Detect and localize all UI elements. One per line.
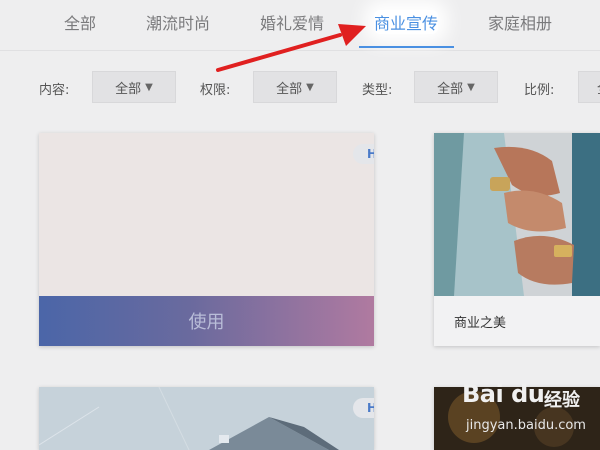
template-card[interactable]: HD 使用 bbox=[39, 133, 374, 346]
tab-wedding[interactable]: 婚礼爱情 bbox=[260, 10, 324, 34]
hd-badge: HD bbox=[353, 144, 374, 164]
type-filter-label: 类型: bbox=[362, 83, 393, 98]
hd-badge: HD bbox=[353, 398, 374, 418]
category-tab-bar: 全部 潮流时尚 婚礼爱情 商业宣传 家庭相册 bbox=[0, 0, 600, 51]
template-card[interactable]: 商业之美 bbox=[434, 133, 600, 346]
business-hands-image bbox=[434, 133, 600, 296]
chevron-down-icon: ▼ bbox=[145, 81, 153, 93]
type-filter-value: 全部 bbox=[437, 81, 464, 97]
filter-row: 内容: 全部 ▼ 权限: 全部 ▼ 类型: 全部 ▼ 比例: 全 bbox=[0, 68, 600, 108]
content-filter-select[interactable]: 全部 ▼ bbox=[92, 71, 176, 103]
permission-filter-value: 全部 bbox=[276, 81, 303, 97]
watermark-text: 经验 bbox=[544, 390, 580, 411]
content-filter-label: 内容: bbox=[39, 83, 70, 98]
template-card[interactable]: HD bbox=[39, 387, 374, 450]
chevron-down-icon: ▼ bbox=[467, 81, 475, 93]
tab-family-album[interactable]: 家庭相册 bbox=[488, 10, 552, 34]
permission-filter-label: 权限: bbox=[200, 83, 231, 98]
permission-filter-select[interactable]: 全部 ▼ bbox=[253, 71, 337, 103]
content-filter-value: 全部 bbox=[115, 81, 142, 97]
tab-business[interactable]: 商业宣传 bbox=[374, 10, 439, 34]
house-roof-image bbox=[39, 387, 374, 450]
card-caption: 商业之美 bbox=[434, 296, 600, 346]
watermark-logo: Bai du bbox=[462, 380, 545, 408]
active-tab-indicator bbox=[359, 46, 454, 48]
baidu-jingyan-watermark: Bai du 经验 jingyan.baidu.com bbox=[462, 380, 600, 450]
tab-fashion[interactable]: 潮流时尚 bbox=[146, 10, 210, 34]
use-template-button[interactable]: 使用 bbox=[39, 296, 374, 346]
chevron-down-icon: ▼ bbox=[306, 81, 314, 93]
watermark-url: jingyan.baidu.com bbox=[466, 418, 586, 433]
tab-all[interactable]: 全部 bbox=[64, 10, 96, 34]
ratio-filter-label: 比例: bbox=[524, 83, 555, 98]
ratio-filter-select[interactable]: 全 bbox=[578, 71, 600, 103]
type-filter-select[interactable]: 全部 ▼ bbox=[414, 71, 498, 103]
